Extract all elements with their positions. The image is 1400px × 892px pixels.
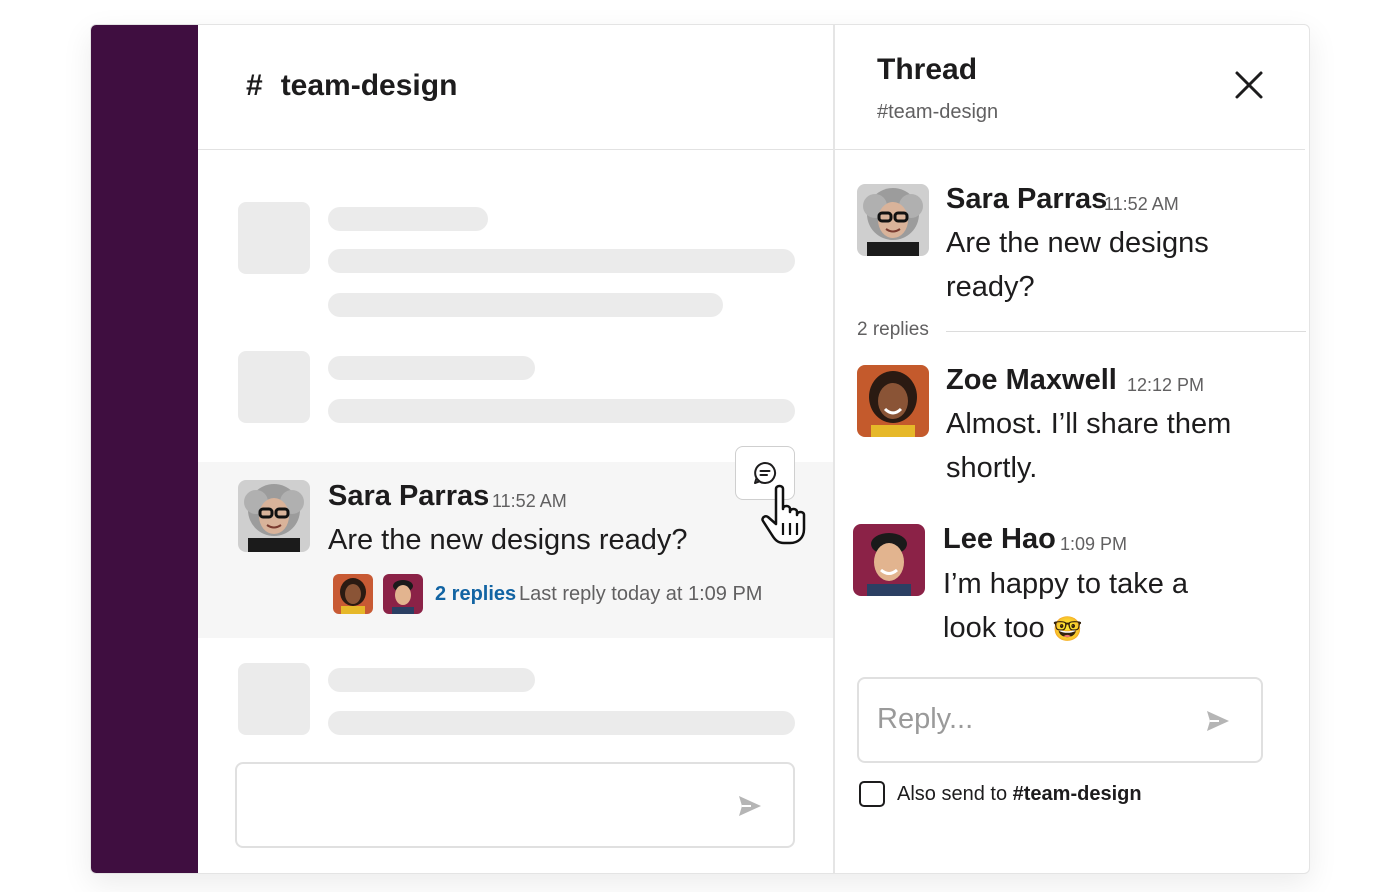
thread-replies-count: 2 replies <box>857 319 929 340</box>
zoe-maxwell-mini-avatar <box>333 574 373 614</box>
skeleton-line <box>328 399 795 423</box>
workspace-sidebar <box>91 25 198 873</box>
send-icon[interactable] <box>1205 709 1231 733</box>
thread-message-timestamp[interactable]: 12:12 PM <box>1127 375 1204 396</box>
thread-reply-input[interactable]: Reply... <box>857 677 1263 763</box>
thread-message-timestamp[interactable]: 1:09 PM <box>1060 534 1127 555</box>
channel-title: # team-design <box>246 69 457 103</box>
skeleton-line <box>328 356 535 380</box>
thread-message-author[interactable]: Sara Parras <box>946 183 1107 216</box>
thread-message-author[interactable]: Zoe Maxwell <box>946 364 1117 397</box>
thread-channel-label[interactable]: #team-design <box>877 101 998 124</box>
skeleton-avatar <box>238 202 310 274</box>
skeleton-line <box>328 293 723 317</box>
also-send-checkbox[interactable] <box>859 781 885 807</box>
thread-header: Thread #team-design <box>835 25 1305 150</box>
message-timestamp[interactable]: 11:52 AM <box>492 491 567 512</box>
thread-title: Thread <box>877 53 978 86</box>
skeleton-line <box>328 668 535 692</box>
skeleton-line <box>328 207 488 231</box>
thread-message-timestamp[interactable]: 11:52 AM <box>1104 194 1179 215</box>
close-thread-button[interactable] <box>1233 69 1265 101</box>
hand-pointer-icon <box>758 483 820 552</box>
message-composer[interactable] <box>235 762 795 848</box>
thread-message-text: I’m happy to take a look too 🤓 <box>943 568 1189 644</box>
skeleton-line <box>328 249 795 273</box>
zoe-maxwell-avatar[interactable] <box>857 365 929 437</box>
reply-placeholder: Reply... <box>877 703 974 735</box>
channel-header: # team-design <box>198 25 834 150</box>
also-send-to-channel[interactable]: Also send to #team-design <box>859 781 1142 807</box>
message-author[interactable]: Sara Parras <box>328 480 489 513</box>
lee-hao-avatar[interactable] <box>853 524 925 596</box>
last-reply-text: Last reply today at 1:09 PM <box>519 583 763 605</box>
app-window: # team-design Sara Parras 11:52 AM Are t… <box>90 24 1310 874</box>
channel-pane: # team-design Sara Parras 11:52 AM Are t… <box>198 25 834 873</box>
thread-pane: Thread #team-design Sara Parras 11:52 AM… <box>835 25 1309 873</box>
sara-parras-avatar[interactable] <box>238 480 310 552</box>
sara-parras-avatar[interactable] <box>857 184 929 256</box>
thread-message-author[interactable]: Lee Hao <box>943 523 1056 556</box>
skeleton-line <box>328 711 795 735</box>
replies-divider <box>946 331 1306 332</box>
send-icon[interactable] <box>737 794 763 818</box>
thread-message-text: Almost. I’ll share them shortly. <box>946 408 1232 484</box>
skeleton-avatar <box>238 663 310 735</box>
lee-hao-mini-avatar <box>383 574 423 614</box>
also-send-channel: #team-design <box>1012 782 1142 805</box>
hash-icon: # <box>246 69 263 102</box>
channel-name: team-design <box>280 69 458 102</box>
message-text: Are the new designs ready? <box>328 524 688 556</box>
skeleton-avatar <box>238 351 310 423</box>
close-icon <box>1235 71 1263 99</box>
thread-replies-link[interactable]: 2 replies <box>435 583 516 606</box>
thread-message-text: Are the new designs ready? <box>946 227 1209 303</box>
nerd-face-emoji: 🤓 <box>1052 616 1083 643</box>
